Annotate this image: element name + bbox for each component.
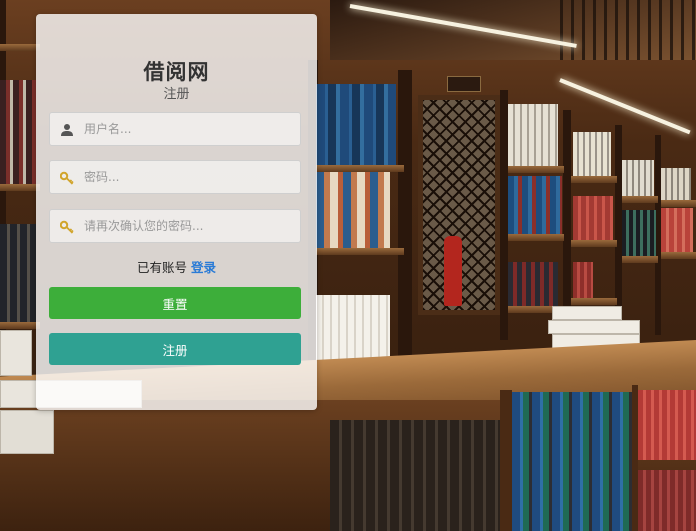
login-prompt: 已有账号 登录 xyxy=(36,257,317,276)
user-icon xyxy=(60,122,74,136)
book-row xyxy=(661,208,693,252)
book-row xyxy=(508,104,558,166)
book-row xyxy=(622,160,654,196)
fire-extinguisher xyxy=(444,236,462,306)
confirm-password-field[interactable] xyxy=(49,209,301,243)
username-field[interactable] xyxy=(49,112,301,146)
shelf-board xyxy=(661,200,696,207)
book-row xyxy=(573,132,611,176)
password-field[interactable] xyxy=(49,160,301,194)
book-row xyxy=(316,172,390,248)
shelf-upright xyxy=(500,90,508,340)
confirm-password-input[interactable] xyxy=(84,210,296,242)
reset-button[interactable]: 重置 xyxy=(49,287,301,319)
book-row xyxy=(638,470,696,531)
key-icon xyxy=(59,219,74,234)
shelf-upright xyxy=(632,385,638,531)
book-row xyxy=(0,80,36,184)
book-row xyxy=(661,168,691,200)
book-row xyxy=(316,84,396,165)
has-account-text: 已有账号 xyxy=(136,260,187,275)
register-panel: 借阅网 注册 已有账号登录 重置 注册 xyxy=(36,14,317,410)
shelf-board xyxy=(571,298,617,305)
shelf-board xyxy=(508,166,564,173)
book-row xyxy=(622,210,656,256)
shelf-upright xyxy=(398,70,412,360)
shelf-board xyxy=(316,165,404,172)
book-row xyxy=(508,176,562,234)
shelf-board xyxy=(0,322,40,329)
book-stack xyxy=(0,330,32,376)
site-title: 借阅网 xyxy=(143,60,210,84)
shelf-board xyxy=(571,176,617,183)
page-subtitle: 注册 xyxy=(163,87,190,102)
shelf-board xyxy=(0,44,40,51)
book-row xyxy=(573,196,613,240)
shelf-board xyxy=(0,184,40,191)
book-row xyxy=(508,262,558,306)
book-row xyxy=(638,390,696,460)
balcony-railing xyxy=(560,0,696,60)
shelf-board xyxy=(622,256,658,263)
book-stack xyxy=(0,410,54,454)
key-icon xyxy=(59,170,74,185)
shelf-board xyxy=(508,234,564,241)
book-row xyxy=(512,392,632,531)
register-button[interactable]: 注册 xyxy=(49,333,301,365)
password-input[interactable] xyxy=(84,161,296,193)
door-plaque xyxy=(447,76,481,92)
book-row xyxy=(316,295,390,365)
username-input[interactable] xyxy=(84,113,296,145)
shelf-board xyxy=(661,252,696,259)
book-row xyxy=(0,224,36,322)
book-stack xyxy=(548,320,640,334)
book-row xyxy=(573,262,593,298)
login-link[interactable]: 登录 xyxy=(191,260,216,275)
book-row xyxy=(330,420,500,531)
shelf-board xyxy=(622,196,658,203)
shelf-board xyxy=(316,248,404,255)
book-stack xyxy=(552,306,622,320)
shelf-board xyxy=(571,240,617,247)
shelf-upright xyxy=(500,390,512,531)
